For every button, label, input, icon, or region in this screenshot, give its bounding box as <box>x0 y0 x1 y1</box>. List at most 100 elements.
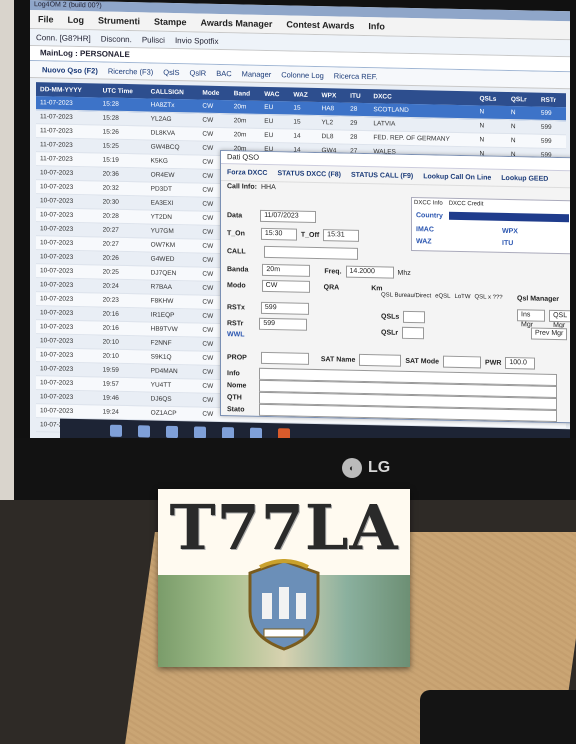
table-cell: 20:26 <box>98 250 147 266</box>
table-cell: S9K1Q <box>146 349 199 366</box>
freq-label: Freq. <box>324 267 342 276</box>
new-qso-button[interactable]: Nuovo Qso (F2) <box>42 65 98 75</box>
qsl-manager-label: Qsl Manager <box>517 295 560 304</box>
column-header[interactable]: Band <box>229 86 261 101</box>
card-callsign: T77LA <box>169 491 399 564</box>
task-view-icon[interactable] <box>166 425 178 439</box>
columns-button[interactable]: Colonne Log <box>281 70 324 80</box>
table-cell: 14 <box>289 128 318 144</box>
table-cell: F8KHW <box>146 293 199 310</box>
column-header[interactable]: RSTr <box>536 92 566 108</box>
table-cell: 10-07-2023 <box>36 361 99 377</box>
table-cell: PD4MAN <box>146 363 199 380</box>
status-dxcc-button[interactable]: STATUS DXCC (F8) <box>277 170 341 178</box>
menu-awards[interactable]: Awards Manager <box>201 18 273 30</box>
table-cell: G4WED <box>146 251 199 268</box>
tab-lotw[interactable]: LoTW <box>454 294 470 300</box>
column-header[interactable]: WAZ <box>289 87 318 103</box>
rstx-field[interactable]: 599 <box>260 301 309 315</box>
table-cell: 11-07-2023 <box>36 151 99 167</box>
manager-button[interactable]: Manager <box>242 69 272 79</box>
freq-field[interactable]: 14.2000 <box>345 265 394 279</box>
sat-mode-field[interactable] <box>443 355 482 369</box>
lg-circle-icon: ◐ <box>342 458 362 478</box>
table-cell: 10-07-2023 <box>36 235 99 251</box>
prev-mgr-button[interactable]: Prev Mgr <box>531 327 568 341</box>
column-header[interactable]: WPX <box>317 88 347 103</box>
qsls-select[interactable] <box>403 310 426 324</box>
dxcc-tabs: DXCC Info DXCC Credit <box>412 198 570 211</box>
tab-qsl-other[interactable]: QSL x ??? <box>475 294 503 301</box>
column-header[interactable]: QSLr <box>506 91 537 107</box>
menu-tools[interactable]: Strumenti <box>98 15 140 26</box>
column-header[interactable]: ITU <box>346 88 370 104</box>
column-header[interactable]: CALLSIGN <box>146 84 199 100</box>
ref-search-button[interactable]: Ricerca REF. <box>334 71 378 81</box>
prev-mgr-row: Prev Mgr <box>531 327 568 341</box>
lookup-call-button[interactable]: Lookup Call On Line <box>423 173 491 181</box>
prop-select[interactable] <box>260 351 309 365</box>
table-cell: 15:26 <box>98 124 147 140</box>
band-select[interactable]: 20m <box>262 263 311 277</box>
clear-button[interactable]: Pulisci <box>142 35 165 44</box>
tab-eqsl[interactable]: eQSL <box>435 293 450 299</box>
status-call-button[interactable]: STATUS CALL (F9) <box>351 171 413 179</box>
bac-button[interactable]: BAC <box>216 68 231 77</box>
connect-button[interactable]: Conn. [G8?HR] <box>36 33 91 43</box>
table-cell: EU <box>260 100 290 115</box>
disconnect-button[interactable]: Disconn. <box>101 34 132 44</box>
dxcc-panel: DXCC Info DXCC Credit Country IMAC WPX W… <box>411 196 570 255</box>
table-cell: 20:28 <box>98 208 147 224</box>
spotfix-button[interactable]: Invio Spotfix <box>175 36 219 46</box>
table-cell: K5KG <box>146 153 199 170</box>
search-icon[interactable] <box>138 425 150 438</box>
table-cell: 11-07-2023 <box>36 109 99 125</box>
column-header[interactable]: Mode <box>198 85 230 101</box>
qsls-button[interactable]: QslS <box>163 67 179 76</box>
call-info-value: HHA <box>260 183 276 192</box>
call-label: CALL <box>227 247 246 256</box>
brand-label: LG <box>368 459 391 476</box>
force-dxcc-button[interactable]: Forza DXCC <box>227 169 267 177</box>
table-cell: IR1EQP <box>146 307 199 324</box>
t-on-field[interactable]: 15:30 <box>260 227 297 241</box>
search-button[interactable]: Ricerche (F3) <box>108 66 153 76</box>
table-cell: 15:19 <box>98 152 147 168</box>
table-cell: 19:46 <box>98 390 147 406</box>
ins-mgr-button[interactable]: Ins Mgr <box>517 309 546 329</box>
menu-contest[interactable]: Contest Awards <box>286 19 354 30</box>
explorer-icon[interactable] <box>194 426 206 439</box>
date-row: Data 11/07/2023 <box>227 209 317 223</box>
qslr-select[interactable] <box>402 326 425 340</box>
menu-print[interactable]: Stampe <box>154 17 187 28</box>
menu-file[interactable]: File <box>38 14 54 24</box>
table-cell: N <box>475 132 507 148</box>
prop-label: PROP <box>227 353 247 362</box>
column-header[interactable]: QSLs <box>475 91 507 106</box>
table-cell: 15 <box>289 114 318 130</box>
mode-select[interactable]: CW <box>261 279 310 293</box>
tab-qsl-bureau[interactable]: QSL Bureau/Direct <box>381 292 431 299</box>
pwr-field[interactable]: 100.0 <box>505 356 536 370</box>
tab-dxcc-info[interactable]: DXCC Info <box>414 200 443 207</box>
qsl-card: T77LA <box>158 489 410 667</box>
menu-log[interactable]: Log <box>68 15 85 25</box>
table-cell: YU7GM <box>146 223 199 240</box>
table-cell: 20:10 <box>98 348 147 364</box>
lookup-geed-button[interactable]: Lookup GEED <box>501 174 548 182</box>
date-field[interactable]: 11/07/2023 <box>260 209 317 223</box>
qsl-mgr-button[interactable]: QSL Mgr <box>549 309 570 329</box>
sat-name-field[interactable] <box>359 353 402 367</box>
menu-info[interactable]: Info <box>368 21 385 31</box>
column-header[interactable]: DD-MM-YYYY <box>36 82 99 98</box>
column-header[interactable]: UTC Time <box>98 83 147 99</box>
qsls-label: QSLs <box>381 312 400 321</box>
qslr-button[interactable]: QslR <box>190 68 207 77</box>
table-cell: HB9TVW <box>146 321 199 338</box>
start-icon[interactable] <box>110 424 122 437</box>
t-off-field[interactable]: 15:31 <box>323 229 360 242</box>
column-header[interactable]: WAC <box>260 86 290 102</box>
call-input[interactable] <box>263 245 358 260</box>
tab-dxcc-credit[interactable]: DXCC Credit <box>449 201 484 208</box>
rstr-field[interactable]: 599 <box>259 317 308 331</box>
